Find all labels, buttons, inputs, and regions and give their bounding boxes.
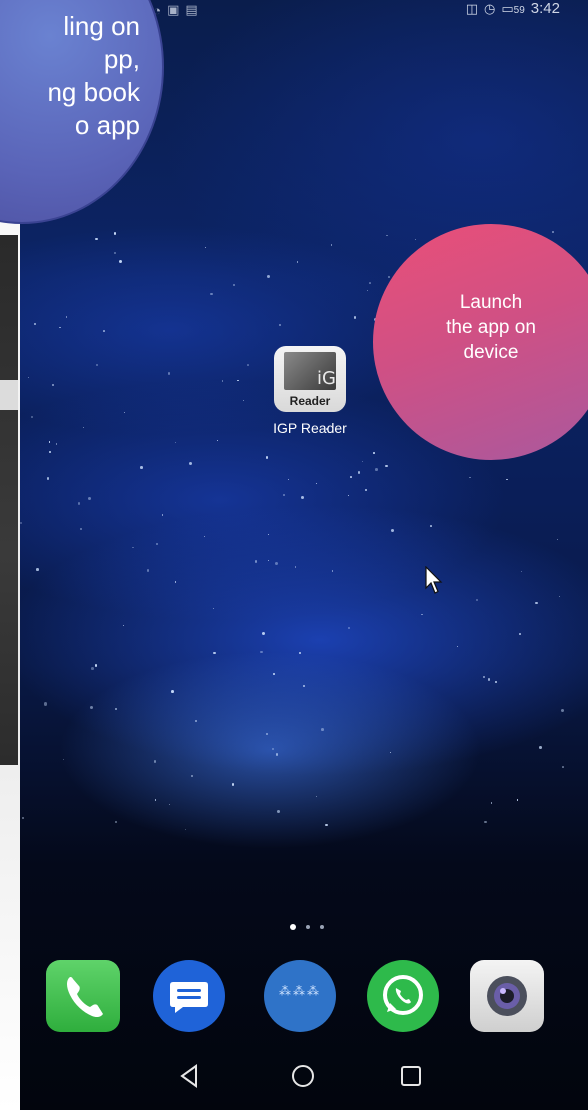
dock-app-folder[interactable]: ⁂⁂⁂ xyxy=(264,960,336,1032)
sparkle xyxy=(482,675,485,679)
sparkle xyxy=(484,820,487,824)
callout-launch-text: Launch the app on device xyxy=(373,290,588,365)
callout-line: o app xyxy=(74,110,140,140)
sparkle xyxy=(366,289,369,291)
sparkle xyxy=(87,496,91,500)
dock-messages-app[interactable] xyxy=(153,960,225,1032)
sparkle xyxy=(154,799,157,801)
page-dot xyxy=(306,925,310,929)
callout-line: ling on xyxy=(63,11,140,41)
sparkle xyxy=(90,705,94,709)
nfc-icon: ◫ xyxy=(465,0,479,16)
back-icon[interactable] xyxy=(177,1063,203,1089)
dock-camera-app[interactable] xyxy=(470,960,544,1032)
sparkle xyxy=(44,702,48,706)
dock-phone-app[interactable] xyxy=(46,960,120,1032)
sparkle xyxy=(246,363,249,366)
sparkle xyxy=(161,514,164,516)
sparkle xyxy=(36,568,39,571)
status-icons-right: ◫ ◷ ▭59 3:42 xyxy=(466,0,560,17)
page-indicator xyxy=(290,924,324,930)
sparkle xyxy=(357,471,361,474)
sparkle xyxy=(174,581,177,583)
battery-icon: ▭59 xyxy=(501,0,525,16)
sparkle xyxy=(386,234,388,236)
sim-icon: ▤ xyxy=(185,2,198,17)
phone-icon xyxy=(67,977,103,1018)
callout-line: device xyxy=(463,342,519,363)
igp-reader-icon[interactable]: iG Reader xyxy=(274,346,346,412)
alarm-icon: ◷ xyxy=(484,0,496,16)
callout-line: ng book xyxy=(47,77,140,107)
sparkle xyxy=(118,260,122,264)
sparkle xyxy=(140,466,143,469)
sparkle xyxy=(51,384,54,387)
sparkle xyxy=(276,810,280,814)
sparkle xyxy=(146,569,150,572)
sparkle xyxy=(103,330,105,333)
whatsapp-icon xyxy=(383,975,423,1015)
sparkle xyxy=(430,525,432,527)
sparkle xyxy=(539,746,542,749)
sparkle xyxy=(414,238,416,241)
dock-whatsapp-app[interactable] xyxy=(367,960,439,1032)
sparkle xyxy=(46,477,50,480)
folder-icon: ⁂⁂⁂ xyxy=(279,984,321,998)
page-dot xyxy=(320,925,324,929)
sparkle xyxy=(487,678,491,681)
app-label[interactable]: IGP Reader xyxy=(260,420,360,436)
sparkle xyxy=(275,753,278,756)
notification-icon: ▣ xyxy=(167,2,180,17)
sparkle xyxy=(94,237,98,241)
sparkle xyxy=(518,633,521,635)
sparkle xyxy=(353,316,357,319)
mouse-cursor-icon xyxy=(425,566,443,594)
sparkle xyxy=(374,467,378,471)
callout-line: Launch xyxy=(459,292,523,313)
sparkle xyxy=(265,733,268,736)
sparkle xyxy=(188,461,192,465)
app-icon-ig-text: iG xyxy=(317,368,336,389)
battery-level: 59 xyxy=(513,4,525,16)
sparkle xyxy=(331,570,333,572)
background-panel xyxy=(0,235,18,765)
sparkle xyxy=(114,252,116,254)
sparkle xyxy=(153,760,156,763)
app-igp-reader[interactable]: iG Reader IGP Reader xyxy=(260,346,360,436)
sparkle xyxy=(294,566,296,568)
sparkle xyxy=(287,478,289,480)
callout-line: pp, xyxy=(103,44,140,74)
sparkle xyxy=(254,560,258,563)
sparkle xyxy=(350,476,352,479)
sparkle xyxy=(562,766,564,768)
tutorial-slide: ▂▄▆ ◔ ▣ ▤ ◫ ◷ ▭59 3:42 iG Reader IGP Rea… xyxy=(0,0,588,1110)
sparkle xyxy=(260,650,263,654)
sparkle xyxy=(79,527,82,530)
sparkle xyxy=(315,795,317,798)
page-dot-active xyxy=(290,924,296,930)
sparkle xyxy=(320,728,324,732)
home-icon[interactable] xyxy=(290,1063,316,1089)
clock: 3:42 xyxy=(530,0,560,17)
background-panel-divider xyxy=(0,380,18,410)
callout-left-text: ling on pp, ng book o app xyxy=(0,10,140,142)
sparkle xyxy=(272,673,275,676)
sparkle xyxy=(551,231,554,233)
recents-icon[interactable] xyxy=(398,1063,424,1089)
navigation-bar xyxy=(20,1045,588,1110)
sparkle xyxy=(373,452,375,455)
callout-line: the app on xyxy=(446,317,536,338)
sparkle xyxy=(364,488,367,491)
camera-icon xyxy=(487,976,527,1016)
sparkle xyxy=(59,326,61,329)
sparkle xyxy=(65,316,68,318)
messages-icon xyxy=(170,982,208,1013)
app-icon-reader-text: Reader xyxy=(289,394,331,408)
sparkle xyxy=(361,460,363,462)
sparkle xyxy=(421,613,424,616)
app-dock: ⁂⁂⁂ xyxy=(20,960,588,1040)
